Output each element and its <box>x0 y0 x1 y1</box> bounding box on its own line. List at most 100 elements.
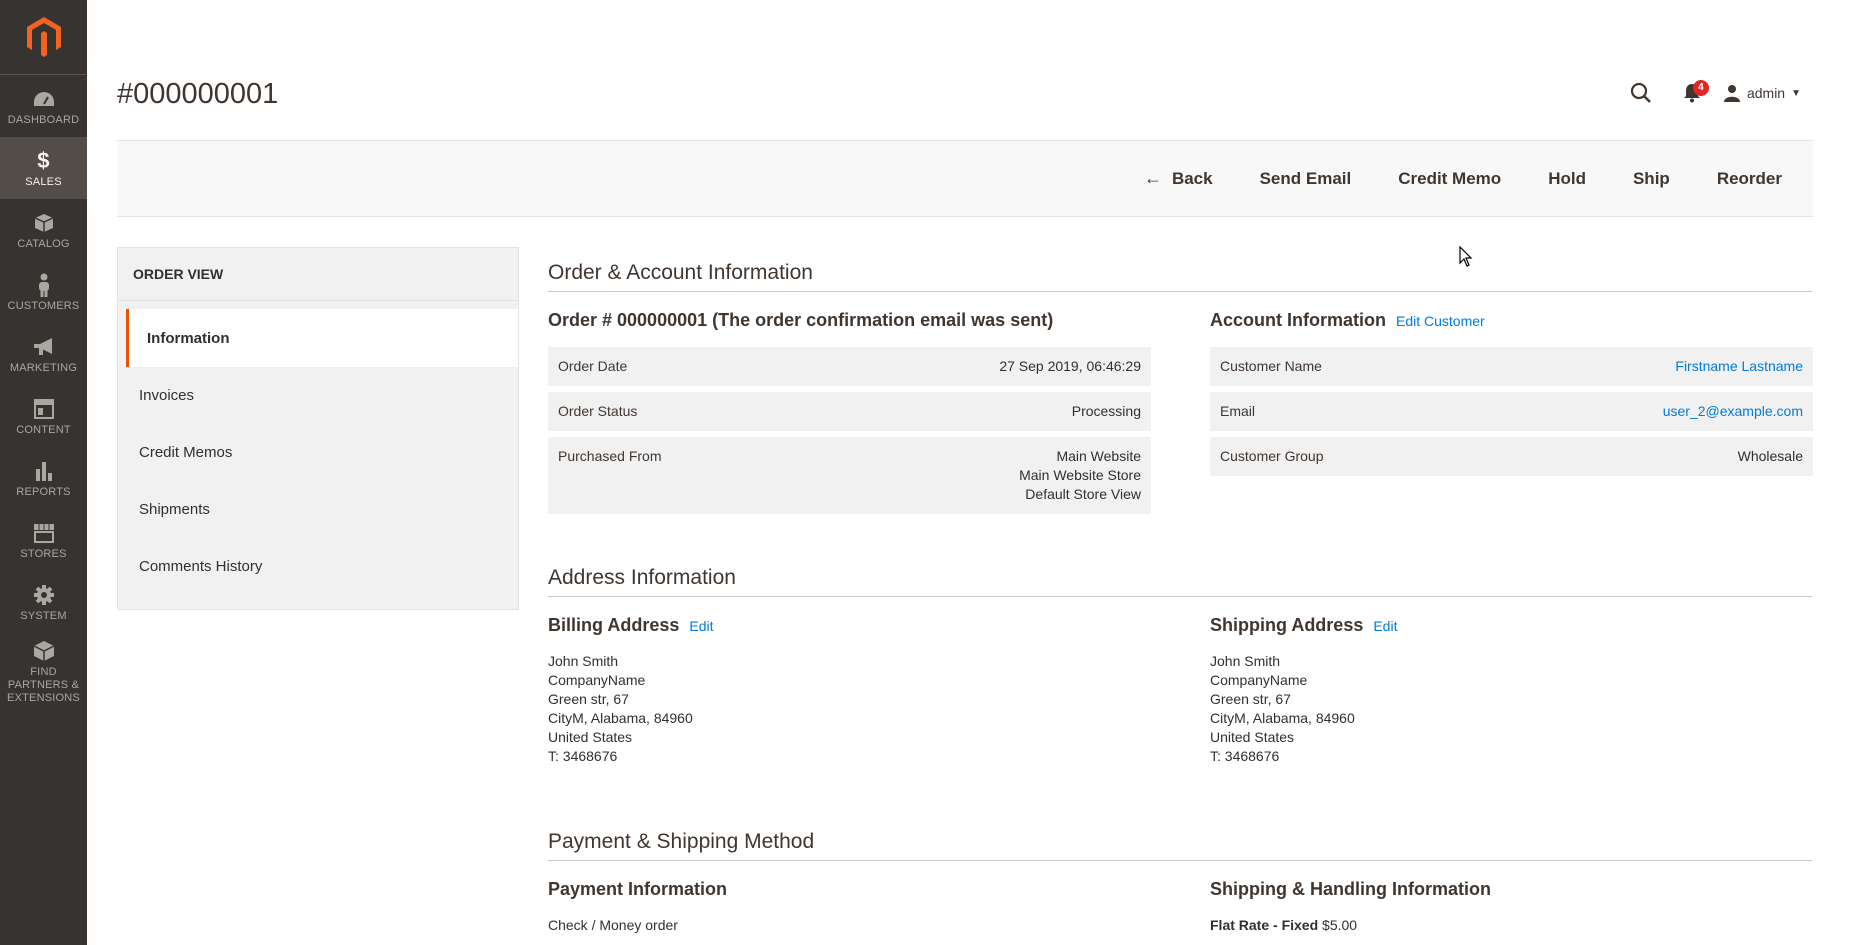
notifications-button[interactable]: 4 <box>1677 78 1709 108</box>
nav-customers[interactable]: CUSTOMERS <box>0 261 87 323</box>
purchased-from-label: Purchased From <box>558 448 662 464</box>
edit-billing-link[interactable]: Edit <box>689 618 713 634</box>
tab-information[interactable]: Information <box>126 309 518 367</box>
order-date-value: 27 Sep 2019, 06:46:29 <box>999 358 1141 374</box>
payment-heading: Payment Information <box>548 879 727 900</box>
user-icon <box>1723 85 1740 102</box>
nav-sales-label: SALES <box>25 175 62 188</box>
layout-icon <box>32 397 56 421</box>
shipping-method: Flat Rate - Fixed $5.00 <box>1210 917 1357 933</box>
nav-content-label: CONTENT <box>16 423 71 436</box>
user-menu[interactable]: admin ▼ <box>1723 84 1801 102</box>
back-button[interactable]: ← Back <box>1144 168 1213 189</box>
user-name: admin <box>1746 85 1786 101</box>
store-icon <box>32 521 56 545</box>
payment-method: Check / Money order <box>548 917 678 933</box>
payment-heading-text: Payment Information <box>548 879 728 899</box>
global-search-button[interactable] <box>1621 78 1661 108</box>
edit-customer-link[interactable]: Edit Customer <box>1396 313 1485 329</box>
order-status-value: Processing <box>1071 403 1141 419</box>
table-row: Order Status Processing <box>548 392 1151 431</box>
arrow-left-icon: ← <box>1143 168 1162 188</box>
purchased-from-line: Main Website Store <box>1019 467 1141 483</box>
person-icon <box>32 273 56 297</box>
email-link[interactable]: user_2@example.com <box>1663 402 1803 421</box>
account-heading: Account Information Edit Customer <box>1210 310 1485 331</box>
billing-heading: Billing Address Edit <box>548 615 713 636</box>
address-line: T: 3468676 <box>1210 748 1280 764</box>
nav-reports-label: REPORTS <box>16 485 71 498</box>
account-info-table: Customer Name Firstname Lastname Email u… <box>1210 347 1813 482</box>
nav-dashboard[interactable]: DASHBOARD <box>0 75 87 137</box>
magento-logo-icon <box>26 17 61 57</box>
hold-button[interactable]: Hold <box>1548 169 1586 189</box>
customer-name-label: Customer Name <box>1220 358 1322 374</box>
nav-reports[interactable]: REPORTS <box>0 447 87 509</box>
nav-dashboard-label: DASHBOARD <box>7 113 80 126</box>
send-email-button[interactable]: Send Email <box>1260 169 1352 189</box>
tab-comments-history[interactable]: Comments History <box>118 538 518 595</box>
nav-stores[interactable]: STORES <box>0 509 87 571</box>
table-row: Customer Name Firstname Lastname <box>1210 347 1813 386</box>
admin-sidebar: DASHBOARD $ SALES CATALOG CUSTOMERS MARK… <box>0 0 87 945</box>
shipping-heading-text: Shipping Address <box>1210 615 1364 635</box>
address-line: John Smith <box>1210 653 1281 669</box>
shipping-address: John Smith CompanyName Green str, 67 Cit… <box>1210 652 1355 766</box>
page-title: #000000001 <box>117 78 279 110</box>
address-line: United States <box>548 729 633 745</box>
search-icon <box>1630 82 1651 103</box>
tab-invoices[interactable]: Invoices <box>118 367 518 424</box>
email-label: Email <box>1220 403 1256 419</box>
bar-chart-icon <box>32 459 56 483</box>
shipping-heading: Shipping Address Edit <box>1210 615 1397 636</box>
edit-shipping-link[interactable]: Edit <box>1373 618 1397 634</box>
customer-group-label: Customer Group <box>1220 448 1324 464</box>
magento-logo[interactable] <box>0 0 87 75</box>
purchased-from-line: Default Store View <box>1025 486 1141 502</box>
gear-icon <box>32 583 56 607</box>
shipping-method-name: Flat Rate - Fixed <box>1210 917 1319 933</box>
credit-memo-button[interactable]: Credit Memo <box>1398 169 1501 189</box>
notifications-badge: 4 <box>1692 80 1709 96</box>
nav-find-partners-label: FIND PARTNERS & EXTENSIONS <box>7 666 80 704</box>
caret-down-icon: ▼ <box>1791 87 1801 99</box>
reorder-button[interactable]: Reorder <box>1717 169 1782 189</box>
nav-catalog-label: CATALOG <box>17 237 70 250</box>
megaphone-icon <box>32 335 56 359</box>
nav-find-partners[interactable]: FIND PARTNERS & EXTENSIONS <box>0 633 87 711</box>
purchased-from-value: Main Website Main Website Store Default … <box>1019 447 1141 504</box>
table-row: Customer Group Wholesale <box>1210 437 1813 476</box>
billing-address: John Smith CompanyName Green str, 67 Cit… <box>548 652 693 766</box>
address-line: CityM, Alabama, 84960 <box>548 710 693 726</box>
order-heading-text: Order # 000000001 (The order confirmatio… <box>548 310 1054 330</box>
tab-shipments[interactable]: Shipments <box>118 481 518 538</box>
customer-group-value: Wholesale <box>1737 448 1803 464</box>
address-line: Green str, 67 <box>548 691 629 707</box>
back-label: Back <box>1171 168 1213 188</box>
nav-stores-label: STORES <box>20 547 67 560</box>
shipping-handling-heading: Shipping & Handling Information <box>1210 879 1491 900</box>
nav-content[interactable]: CONTENT <box>0 385 87 447</box>
customer-name-link[interactable]: Firstname Lastname <box>1675 357 1803 376</box>
nav-system[interactable]: SYSTEM <box>0 571 87 633</box>
nav-catalog[interactable]: CATALOG <box>0 199 87 261</box>
billing-heading-text: Billing Address <box>548 615 680 635</box>
header-actions: 4 admin ▼ <box>1621 78 1801 108</box>
shipping-handling-heading-text: Shipping & Handling Information <box>1210 879 1491 899</box>
purchased-from-line: Main Website <box>1056 448 1141 464</box>
table-row: Order Date 27 Sep 2019, 06:46:29 <box>548 347 1151 386</box>
address-line: CompanyName <box>548 672 646 688</box>
ship-button[interactable]: Ship <box>1633 169 1670 189</box>
nav-sales[interactable]: $ SALES <box>0 137 87 199</box>
table-row: Purchased From Main Website Main Website… <box>548 437 1151 514</box>
boxes-icon <box>32 639 56 663</box>
payment-section-title: Payment & Shipping Method <box>548 830 1812 861</box>
nav-customers-label: CUSTOMERS <box>7 299 80 312</box>
cube-icon <box>32 211 56 235</box>
order-heading: Order # 000000001 (The order confirmatio… <box>548 310 1053 331</box>
order-date-label: Order Date <box>558 358 628 374</box>
address-section-title: Address Information <box>548 566 1812 597</box>
nav-marketing[interactable]: MARKETING <box>0 323 87 385</box>
tab-credit-memos[interactable]: Credit Memos <box>118 424 518 481</box>
page-actions-bar: ← Back Send Email Credit Memo Hold Ship … <box>117 140 1813 217</box>
